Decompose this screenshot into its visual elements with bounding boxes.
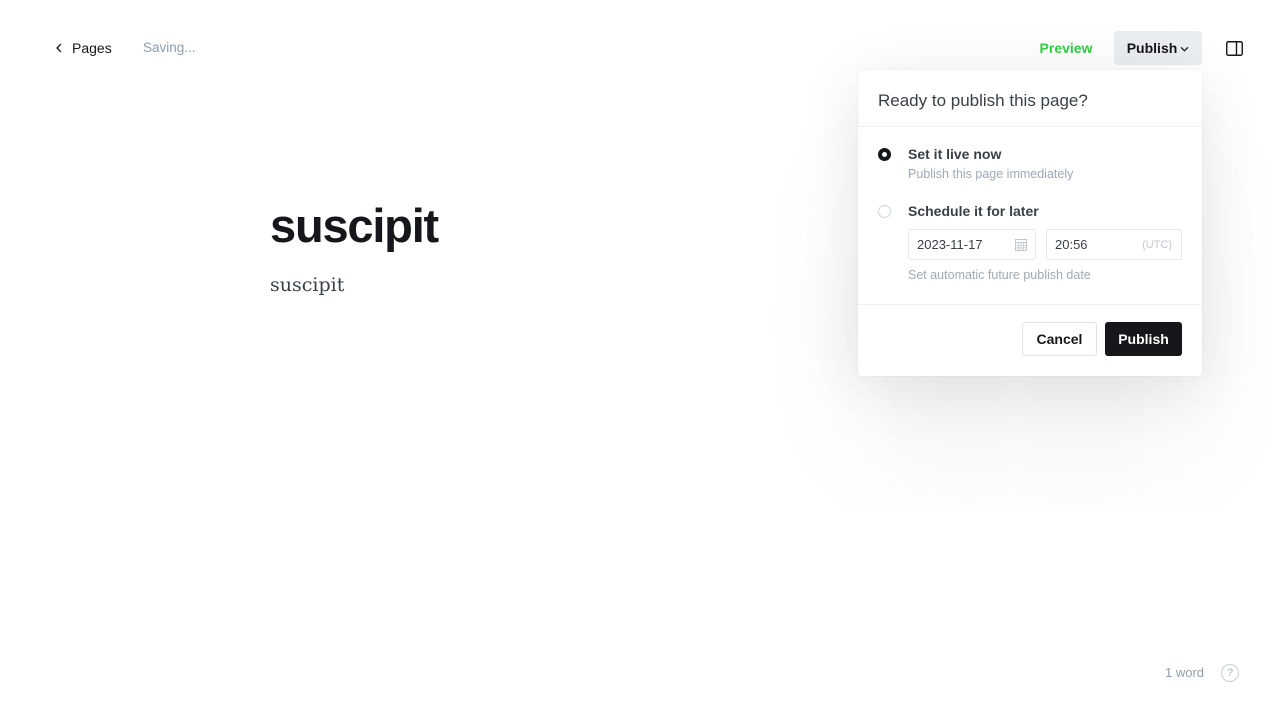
panel-footer: Cancel Publish (858, 304, 1202, 376)
option-description: Publish this page immediately (908, 167, 1074, 181)
post-title[interactable]: suscipit (270, 198, 439, 253)
radio-schedule-later[interactable] (878, 205, 891, 218)
publish-dropdown-panel: Ready to publish this page? Set it live … (858, 70, 1202, 376)
chevron-left-icon (56, 43, 62, 53)
publish-menu-button[interactable]: Publish (1114, 31, 1202, 65)
date-value: 2023-11-17 (917, 237, 983, 252)
calendar-icon (1015, 239, 1027, 251)
preview-button[interactable]: Preview (1030, 32, 1102, 64)
radio-publish-now[interactable] (878, 148, 891, 161)
help-symbol: ? (1226, 667, 1234, 679)
publish-menu-label: Publish (1126, 40, 1178, 56)
chevron-down-icon (1181, 46, 1189, 51)
post-body-text[interactable]: suscipit (270, 274, 344, 296)
option-label: Set it live now (908, 146, 1002, 162)
cancel-button[interactable]: Cancel (1022, 322, 1097, 356)
word-count: 1 word (1165, 665, 1205, 680)
schedule-date-input[interactable]: 2023-11-17 (908, 229, 1036, 260)
panel-header: Ready to publish this page? (858, 70, 1202, 127)
back-link-label: Pages (72, 40, 112, 56)
help-icon[interactable]: ? (1221, 664, 1239, 682)
schedule-description: Set automatic future publish date (908, 268, 1091, 282)
save-status: Saving... (143, 40, 196, 55)
sidebar-icon (1225, 40, 1243, 56)
schedule-time-input[interactable]: 20:56 (UTC) (1046, 229, 1182, 260)
sidebar-toggle-button[interactable] (1224, 38, 1244, 58)
time-value: 20:56 (1055, 237, 1088, 252)
confirm-publish-button[interactable]: Publish (1105, 322, 1182, 356)
back-to-pages-link[interactable]: Pages (54, 38, 112, 58)
panel-title: Ready to publish this page? (878, 91, 1088, 110)
option-label: Schedule it for later (908, 203, 1039, 219)
timezone-label: (UTC) (1142, 238, 1172, 251)
